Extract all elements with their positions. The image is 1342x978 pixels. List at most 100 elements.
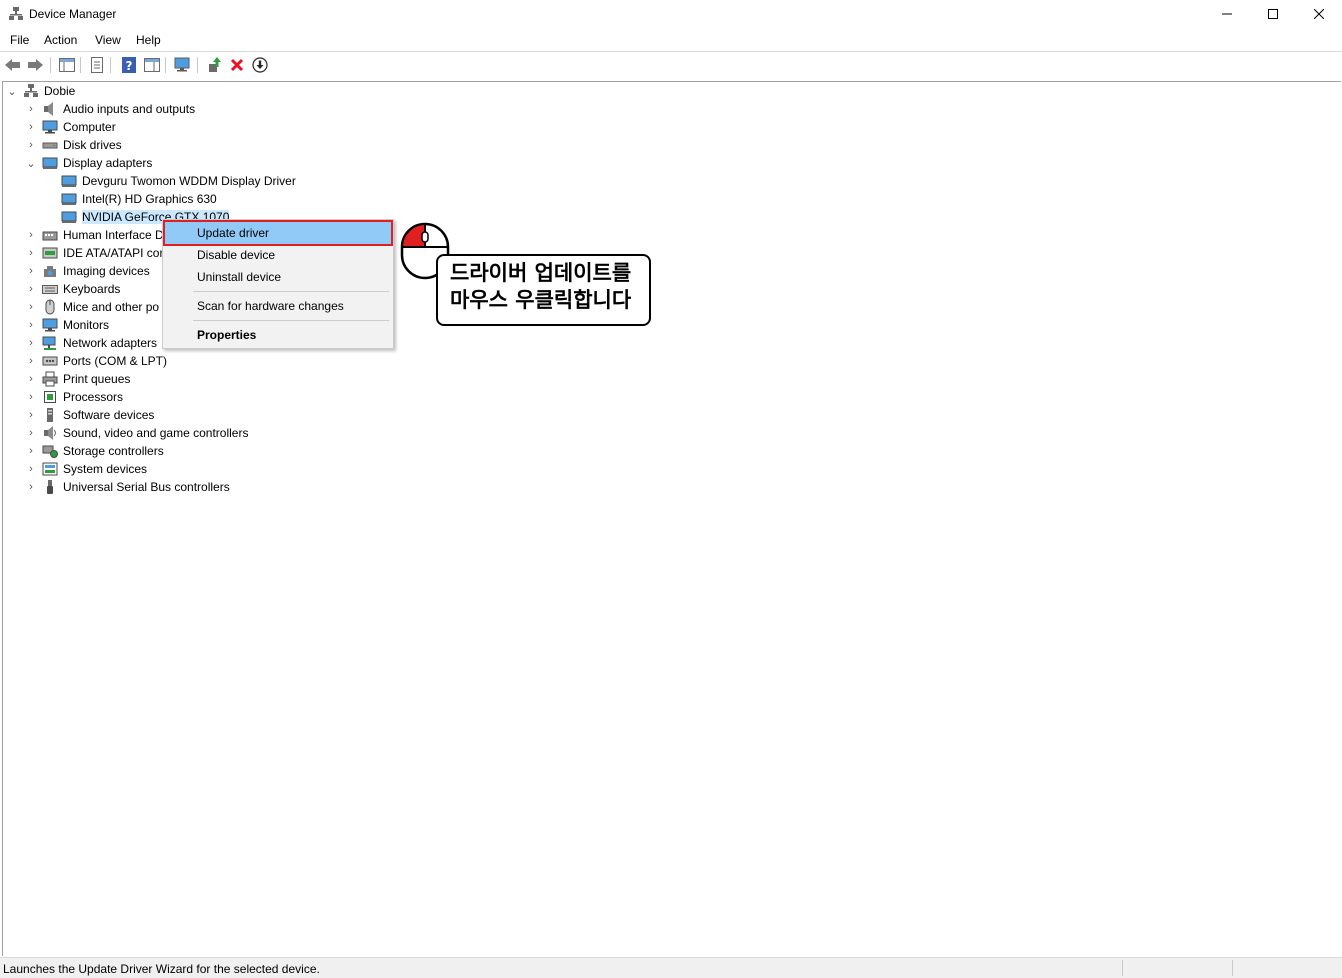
tree-category-label: Universal Serial Bus controllers: [63, 480, 230, 494]
tree-category[interactable]: › Keyboards: [24, 280, 120, 298]
maximize-icon: [1268, 9, 1278, 19]
menu-properties[interactable]: Properties: [165, 324, 391, 346]
update-driver-icon: [209, 57, 221, 72]
menu-disable-device[interactable]: Disable device: [165, 244, 391, 266]
tree-category-label: Ports (COM & LPT): [63, 354, 168, 368]
chevron-right-icon[interactable]: ›: [24, 478, 38, 496]
tree-device[interactable]: Devguru Twomon WDDM Display Driver: [61, 172, 296, 190]
menu-file[interactable]: File: [10, 33, 29, 47]
action-pane-icon: [144, 58, 160, 72]
tree-category[interactable]: › Processors: [24, 388, 123, 406]
uninstall-device-toolbar-button[interactable]: [228, 56, 246, 74]
tree-category[interactable]: › Network adapters: [24, 334, 157, 352]
tree-category[interactable]: ⌄ Display adapters: [24, 154, 152, 172]
chevron-right-icon[interactable]: ›: [24, 424, 38, 442]
device-manager-icon: [9, 7, 23, 20]
menu-scan-hardware-changes[interactable]: Scan for hardware changes: [165, 295, 391, 317]
menu-bar: File Action View Help: [0, 30, 1342, 50]
display-adapter-icon: [42, 157, 58, 169]
console-tree-icon: [59, 58, 75, 72]
context-menu-separator: [193, 320, 389, 321]
tree-category-label: Keyboards: [63, 282, 121, 296]
tree-category-label: Display adapters: [63, 156, 153, 170]
computer-tree-root-icon: [24, 84, 38, 97]
chevron-right-icon[interactable]: ›: [24, 100, 38, 118]
menu-view[interactable]: View: [95, 33, 121, 47]
toolbar: ?: [0, 52, 1342, 78]
menu-update-driver[interactable]: Update driver: [163, 220, 393, 246]
help-toolbar-button[interactable]: ?: [120, 56, 138, 74]
tree-category[interactable]: › Mice and other po: [24, 298, 159, 316]
tree-root-label: Dobie: [44, 84, 76, 98]
chevron-right-icon[interactable]: ›: [24, 352, 38, 370]
tree-category[interactable]: › Computer: [24, 118, 116, 136]
properties-toolbar-button[interactable]: [88, 56, 106, 74]
chevron-right-icon[interactable]: ›: [24, 118, 38, 136]
action-pane-button[interactable]: [143, 56, 161, 74]
menu-action[interactable]: Action: [44, 33, 77, 47]
tree-category-label: Audio inputs and outputs: [63, 102, 196, 116]
tree-category-label: Computer: [63, 120, 116, 134]
red-x-icon: [230, 58, 244, 72]
tree-category[interactable]: › Software devices: [24, 406, 154, 424]
forward-button[interactable]: [26, 56, 44, 74]
tree-category[interactable]: › Print queues: [24, 370, 130, 388]
chevron-right-icon[interactable]: ›: [24, 370, 38, 388]
human-interface-icon: [42, 231, 58, 241]
display-adapter-icon: [61, 175, 77, 187]
chevron-right-icon[interactable]: ›: [24, 244, 38, 262]
tree-category[interactable]: › Human Interface D: [24, 226, 164, 244]
mouse-icon: [45, 299, 55, 315]
tree-category-label: Disk drives: [63, 138, 122, 152]
tree-category[interactable]: › Imaging devices: [24, 262, 150, 280]
disk-drive-icon: [42, 142, 58, 149]
computer-icon: [42, 120, 58, 134]
chevron-right-icon[interactable]: ›: [24, 406, 38, 424]
tree-device-label: Intel(R) HD Graphics 630: [82, 192, 217, 206]
tree-category[interactable]: › System devices: [24, 460, 147, 478]
tree-category-label: Human Interface D: [63, 228, 164, 242]
chevron-right-icon[interactable]: ›: [24, 226, 38, 244]
maximize-button[interactable]: [1250, 0, 1296, 28]
back-button[interactable]: [4, 56, 22, 74]
chevron-right-icon[interactable]: ›: [24, 262, 38, 280]
chevron-right-icon[interactable]: ›: [24, 316, 38, 334]
chevron-right-icon[interactable]: ›: [24, 298, 38, 316]
show-hide-console-tree-button[interactable]: [58, 56, 76, 74]
monitor-scan-icon: [174, 57, 190, 72]
sound-icon: [44, 426, 56, 440]
minimize-icon: [1222, 13, 1232, 15]
chevron-right-icon[interactable]: ›: [24, 442, 38, 460]
chevron-down-icon[interactable]: ⌄: [24, 154, 38, 172]
back-arrow-icon: [5, 59, 20, 71]
tree-category-label: Mice and other po: [63, 300, 160, 314]
chevron-down-icon[interactable]: ⌄: [5, 82, 19, 100]
chevron-right-icon[interactable]: ›: [24, 136, 38, 154]
menu-uninstall-device[interactable]: Uninstall device: [165, 266, 391, 288]
context-menu-separator: [193, 291, 389, 292]
tree-category[interactable]: › Monitors: [24, 316, 109, 334]
scan-hardware-toolbar-button[interactable]: [174, 56, 192, 74]
tree-root-dobie[interactable]: ⌄ Dobie: [5, 82, 75, 100]
tree-device[interactable]: Intel(R) HD Graphics 630: [61, 190, 217, 208]
camera-icon: [44, 266, 56, 277]
minimize-button[interactable]: [1204, 0, 1250, 28]
tree-category[interactable]: › Audio inputs and outputs: [24, 100, 195, 118]
tree-category[interactable]: › Universal Serial Bus controllers: [24, 478, 230, 496]
chevron-right-icon[interactable]: ›: [24, 280, 38, 298]
tree-category[interactable]: › IDE ATA/ATAPI con: [24, 244, 166, 262]
disable-device-toolbar-button[interactable]: [251, 56, 269, 74]
menu-help[interactable]: Help: [136, 33, 161, 47]
tree-category-label: Processors: [63, 390, 124, 404]
tree-category[interactable]: › Ports (COM & LPT): [24, 352, 167, 370]
tree-category[interactable]: › Disk drives: [24, 136, 122, 154]
chevron-right-icon[interactable]: ›: [24, 460, 38, 478]
close-button[interactable]: [1296, 0, 1342, 28]
tree-category[interactable]: › Storage controllers: [24, 442, 164, 460]
tree-category-label: Sound, video and game controllers: [63, 426, 249, 440]
chevron-right-icon[interactable]: ›: [24, 334, 38, 352]
chevron-right-icon[interactable]: ›: [24, 388, 38, 406]
processor-icon: [44, 391, 56, 403]
tree-category[interactable]: › Sound, video and game controllers: [24, 424, 248, 442]
update-driver-toolbar-button[interactable]: [205, 56, 223, 74]
